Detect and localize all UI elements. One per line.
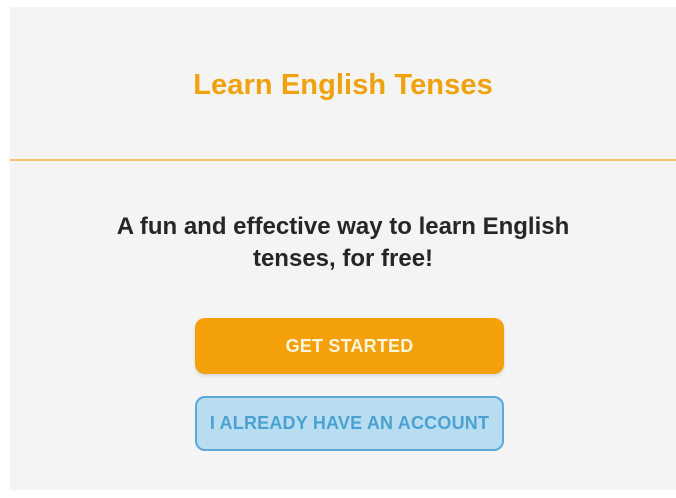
- header: Learn English Tenses: [10, 7, 676, 161]
- already-have-account-button[interactable]: I ALREADY HAVE AN ACCOUNT: [195, 396, 504, 451]
- tagline: A fun and effective way to learn English…: [116, 213, 570, 272]
- app-title: Learn English Tenses: [193, 69, 493, 101]
- get-started-button[interactable]: GET STARTED: [195, 318, 504, 374]
- app-screen: Learn English Tenses A fun and effective…: [10, 7, 676, 490]
